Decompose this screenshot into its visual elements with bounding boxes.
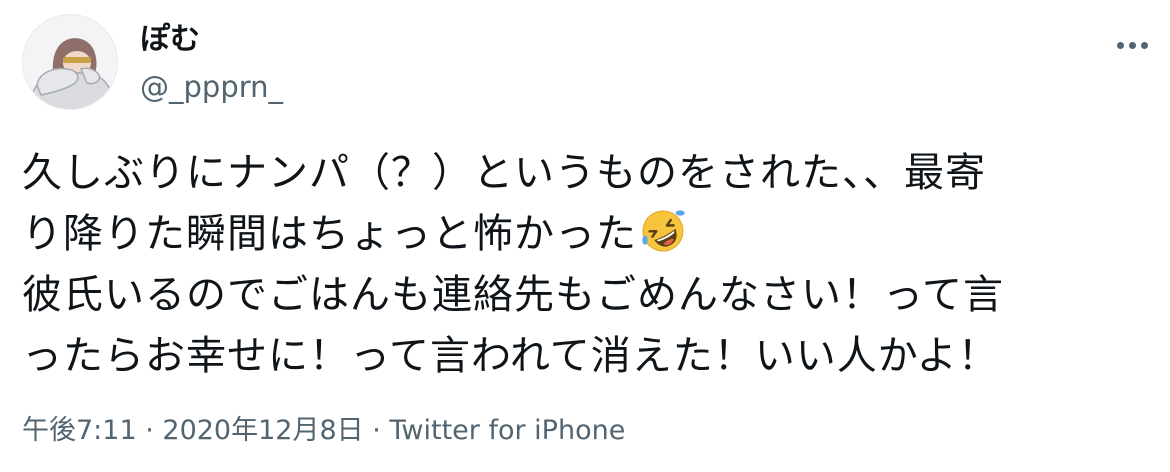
tweet-source-link[interactable]: Twitter for iPhone xyxy=(389,415,625,446)
author-display-name[interactable]: ぽむ xyxy=(140,22,200,58)
tweet-date: 2020年12月8日 xyxy=(162,415,364,446)
tweet-text-line: 久しぶりにナンパ（？）というものをされた、、最寄 xyxy=(22,150,986,196)
tweet-card: ぽむ @_ppprn_ 久しぶりにナンパ（？）というものをされた、、最寄 り降り… xyxy=(0,0,1170,472)
more-options-button[interactable] xyxy=(1110,30,1154,60)
meta-separator: · xyxy=(136,415,163,446)
meta-separator: · xyxy=(363,415,390,446)
user-avatar-icon xyxy=(23,15,117,109)
tweet-text-line: り降りた瞬間はちょっと怖かった xyxy=(22,204,1152,265)
more-horizontal-icon xyxy=(1116,41,1148,49)
rolling-on-floor-laughing-emoji-icon xyxy=(642,210,685,252)
tweet-metadata: 午後7:11 · 2020年12月8日 · Twitter for iPhone xyxy=(22,414,625,448)
tweet-time: 午後7:11 xyxy=(22,415,137,446)
tweet-text: 久しぶりにナンパ（？）というものをされた、、最寄 り降りた瞬間はちょっと怖かった… xyxy=(22,143,1152,387)
tweet-text-line: 彼氏いるのでごはんも連絡先もごめんなさい！って言 xyxy=(22,272,1004,318)
author-handle[interactable]: @_ppprn_ xyxy=(140,70,283,104)
tweet-text-line: ったらお幸せに！って言われて消えた！いい人かよ！ xyxy=(22,333,999,379)
tweet-timestamp-link[interactable]: 午後7:11 · 2020年12月8日 xyxy=(22,415,364,446)
avatar[interactable] xyxy=(22,14,118,110)
